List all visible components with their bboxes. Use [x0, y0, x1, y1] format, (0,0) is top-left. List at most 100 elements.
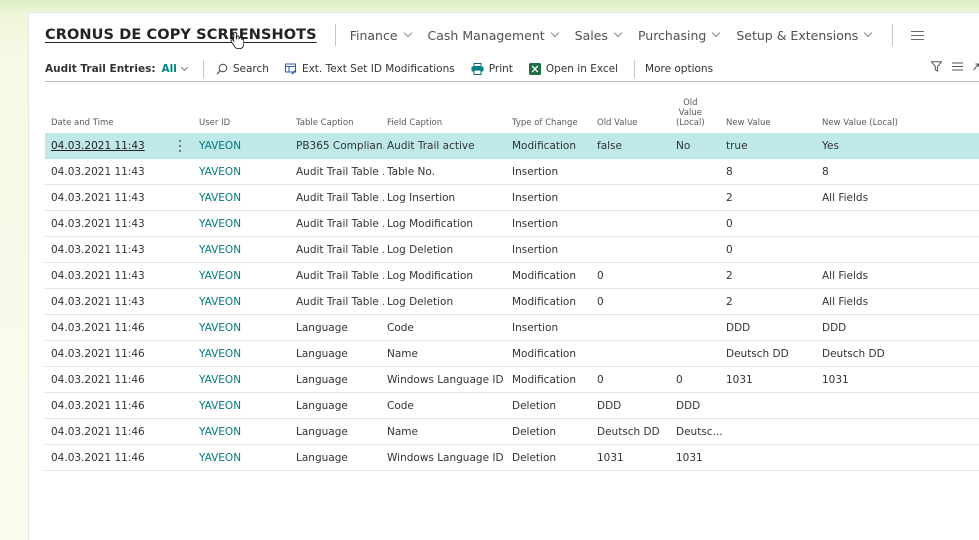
table-row[interactable]: 04.03.2021 11:43 YAVEON Audit Trail Tabl…	[45, 237, 979, 263]
column-header-date[interactable]: Date and Time	[51, 118, 114, 128]
table-row[interactable]: 04.03.2021 11:43 YAVEON Audit Trail Tabl…	[45, 263, 979, 289]
cell-field-caption: Log Modification	[387, 218, 474, 230]
cell-type-of-change: Deletion	[512, 400, 557, 412]
row-actions-icon[interactable]	[178, 140, 181, 152]
print-label: Print	[488, 62, 513, 75]
company-name-link[interactable]: CRONUS DE COPY SCREENSHOTS	[45, 27, 317, 43]
cell-new-value-local: Yes	[822, 140, 839, 152]
cell-user-id[interactable]: YAVEON	[199, 393, 241, 419]
cell-old-value: DDD	[597, 400, 622, 412]
cell-date[interactable]: 04.03.2021 11:43	[51, 159, 145, 185]
cell-user-id[interactable]: YAVEON	[199, 315, 241, 341]
cell-date[interactable]: 04.03.2021 11:43	[51, 133, 145, 159]
cell-table-caption: Audit Trail Table ...	[296, 192, 384, 204]
open-in-excel-button[interactable]: Open in Excel	[528, 62, 618, 75]
table-row[interactable]: 04.03.2021 11:46 YAVEON Language Name De…	[45, 419, 979, 445]
cell-table-caption: Audit Trail Table ...	[296, 296, 384, 308]
cell-user-id[interactable]: YAVEON	[199, 263, 241, 289]
cell-date[interactable]: 04.03.2021 11:46	[51, 393, 145, 419]
excel-icon	[528, 62, 541, 75]
cell-date[interactable]: 04.03.2021 11:43	[51, 263, 145, 289]
cell-new-value: 2	[726, 296, 733, 308]
menu-cash-management-label: Cash Management	[427, 27, 545, 43]
cell-date[interactable]: 04.03.2021 11:46	[51, 315, 145, 341]
cell-date[interactable]: 04.03.2021 11:46	[51, 341, 145, 367]
menu-setup-extensions-label: Setup & Extensions	[736, 27, 859, 43]
cell-field-caption: Name	[387, 348, 418, 360]
cell-field-caption: Log Insertion	[387, 192, 456, 204]
app-window: CRONUS DE COPY SCREENSHOTS Finance Cash …	[28, 12, 979, 540]
cell-table-caption: Language	[296, 426, 348, 438]
hamburger-menu-icon[interactable]	[911, 30, 925, 40]
cell-table-caption: Audit Trail Table ...	[296, 218, 384, 230]
cell-user-id[interactable]: YAVEON	[199, 341, 241, 367]
table-row[interactable]: 04.03.2021 11:46 YAVEON Language Code In…	[45, 315, 979, 341]
cell-old-value-local: 0	[676, 374, 683, 386]
column-header-old-value-local[interactable]: Old Value (Local)	[676, 98, 705, 128]
search-button[interactable]: Search	[216, 63, 269, 75]
table-edit-icon	[284, 63, 297, 74]
cell-user-id[interactable]: YAVEON	[199, 211, 241, 237]
view-filter-dropdown[interactable]: All	[162, 63, 188, 75]
table-row[interactable]: 04.03.2021 11:43 YAVEON PB365 Complian..…	[45, 133, 979, 159]
page-title: Audit Trail Entries:	[45, 62, 156, 75]
cell-new-value: DDD	[726, 322, 751, 334]
print-button[interactable]: Print	[471, 62, 513, 75]
cell-date[interactable]: 04.03.2021 11:46	[51, 419, 145, 445]
table-row[interactable]: 04.03.2021 11:46 YAVEON Language Windows…	[45, 367, 979, 393]
cell-date[interactable]: 04.03.2021 11:43	[51, 211, 145, 237]
menu-setup-extensions[interactable]: Setup & Extensions	[736, 28, 874, 43]
chevron-down-icon	[613, 28, 623, 38]
menu-sales-label: Sales	[574, 27, 608, 43]
column-header-old-value-local-line3: (Local)	[676, 118, 705, 128]
more-options-button[interactable]: More options	[645, 63, 713, 75]
column-header-field-caption[interactable]: Field Caption	[387, 118, 442, 128]
filter-icon[interactable]	[931, 61, 942, 72]
table-row[interactable]: 04.03.2021 11:46 YAVEON Language Code De…	[45, 393, 979, 419]
cell-date[interactable]: 04.03.2021 11:43	[51, 185, 145, 211]
column-header-old-value-local-line1: Old	[683, 98, 698, 108]
cell-user-id[interactable]: YAVEON	[199, 159, 241, 185]
table-row[interactable]: 04.03.2021 11:43 YAVEON Audit Trail Tabl…	[45, 159, 979, 185]
cell-old-value-local: Deutsc...	[676, 426, 723, 438]
expand-arrow-icon[interactable]	[973, 61, 979, 72]
cell-date[interactable]: 04.03.2021 11:43	[51, 289, 145, 315]
table-row[interactable]: 04.03.2021 11:46 YAVEON Language Name Mo…	[45, 341, 979, 367]
table-row[interactable]: 04.03.2021 11:43 YAVEON Audit Trail Tabl…	[45, 211, 979, 237]
cell-new-value-local: DDD	[822, 322, 847, 334]
cell-old-value-local: DDD	[676, 400, 701, 412]
cell-type-of-change: Deletion	[512, 452, 557, 464]
more-options-label: More options	[645, 62, 714, 75]
column-header-old-value[interactable]: Old Value	[597, 118, 638, 128]
cell-user-id[interactable]: YAVEON	[199, 289, 241, 315]
column-header-new-value-local[interactable]: New Value (Local)	[822, 118, 898, 128]
table-row[interactable]: 04.03.2021 11:43 YAVEON Audit Trail Tabl…	[45, 185, 979, 211]
column-header-user-id[interactable]: User ID	[199, 118, 230, 128]
menu-finance[interactable]: Finance	[350, 28, 414, 43]
table-header: Date and Time User ID Table Caption Fiel…	[45, 91, 979, 131]
ext-text-set-id-modifications-button[interactable]: Ext. Text Set ID Modifications	[284, 62, 455, 75]
cell-table-caption: Language	[296, 348, 348, 360]
table-row[interactable]: 04.03.2021 11:46 YAVEON Language Windows…	[45, 445, 979, 471]
list-view-icon[interactable]	[952, 61, 963, 72]
menu-sales[interactable]: Sales	[575, 28, 624, 43]
column-header-type-of-change[interactable]: Type of Change	[512, 118, 578, 128]
cell-table-caption: PB365 Complian...	[296, 140, 384, 152]
menu-cash-management[interactable]: Cash Management	[428, 28, 561, 43]
cell-date[interactable]: 04.03.2021 11:46	[51, 367, 145, 393]
cell-field-caption: Windows Language ID	[387, 452, 504, 464]
column-header-new-value[interactable]: New Value	[726, 118, 771, 128]
cell-new-value: Deutsch DD	[726, 348, 789, 360]
cell-date[interactable]: 04.03.2021 11:43	[51, 237, 145, 263]
menu-purchasing[interactable]: Purchasing	[638, 28, 722, 43]
cell-user-id[interactable]: YAVEON	[199, 237, 241, 263]
cell-user-id[interactable]: YAVEON	[199, 185, 241, 211]
cell-user-id[interactable]: YAVEON	[199, 419, 241, 445]
table-row[interactable]: 04.03.2021 11:43 YAVEON Audit Trail Tabl…	[45, 289, 979, 315]
cell-user-id[interactable]: YAVEON	[199, 445, 241, 471]
cell-date[interactable]: 04.03.2021 11:46	[51, 445, 145, 471]
cell-user-id[interactable]: YAVEON	[199, 133, 241, 159]
cell-user-id[interactable]: YAVEON	[199, 367, 241, 393]
ext-text-label: Ext. Text Set ID Modifications	[301, 62, 455, 75]
column-header-table-caption[interactable]: Table Caption	[296, 118, 354, 128]
